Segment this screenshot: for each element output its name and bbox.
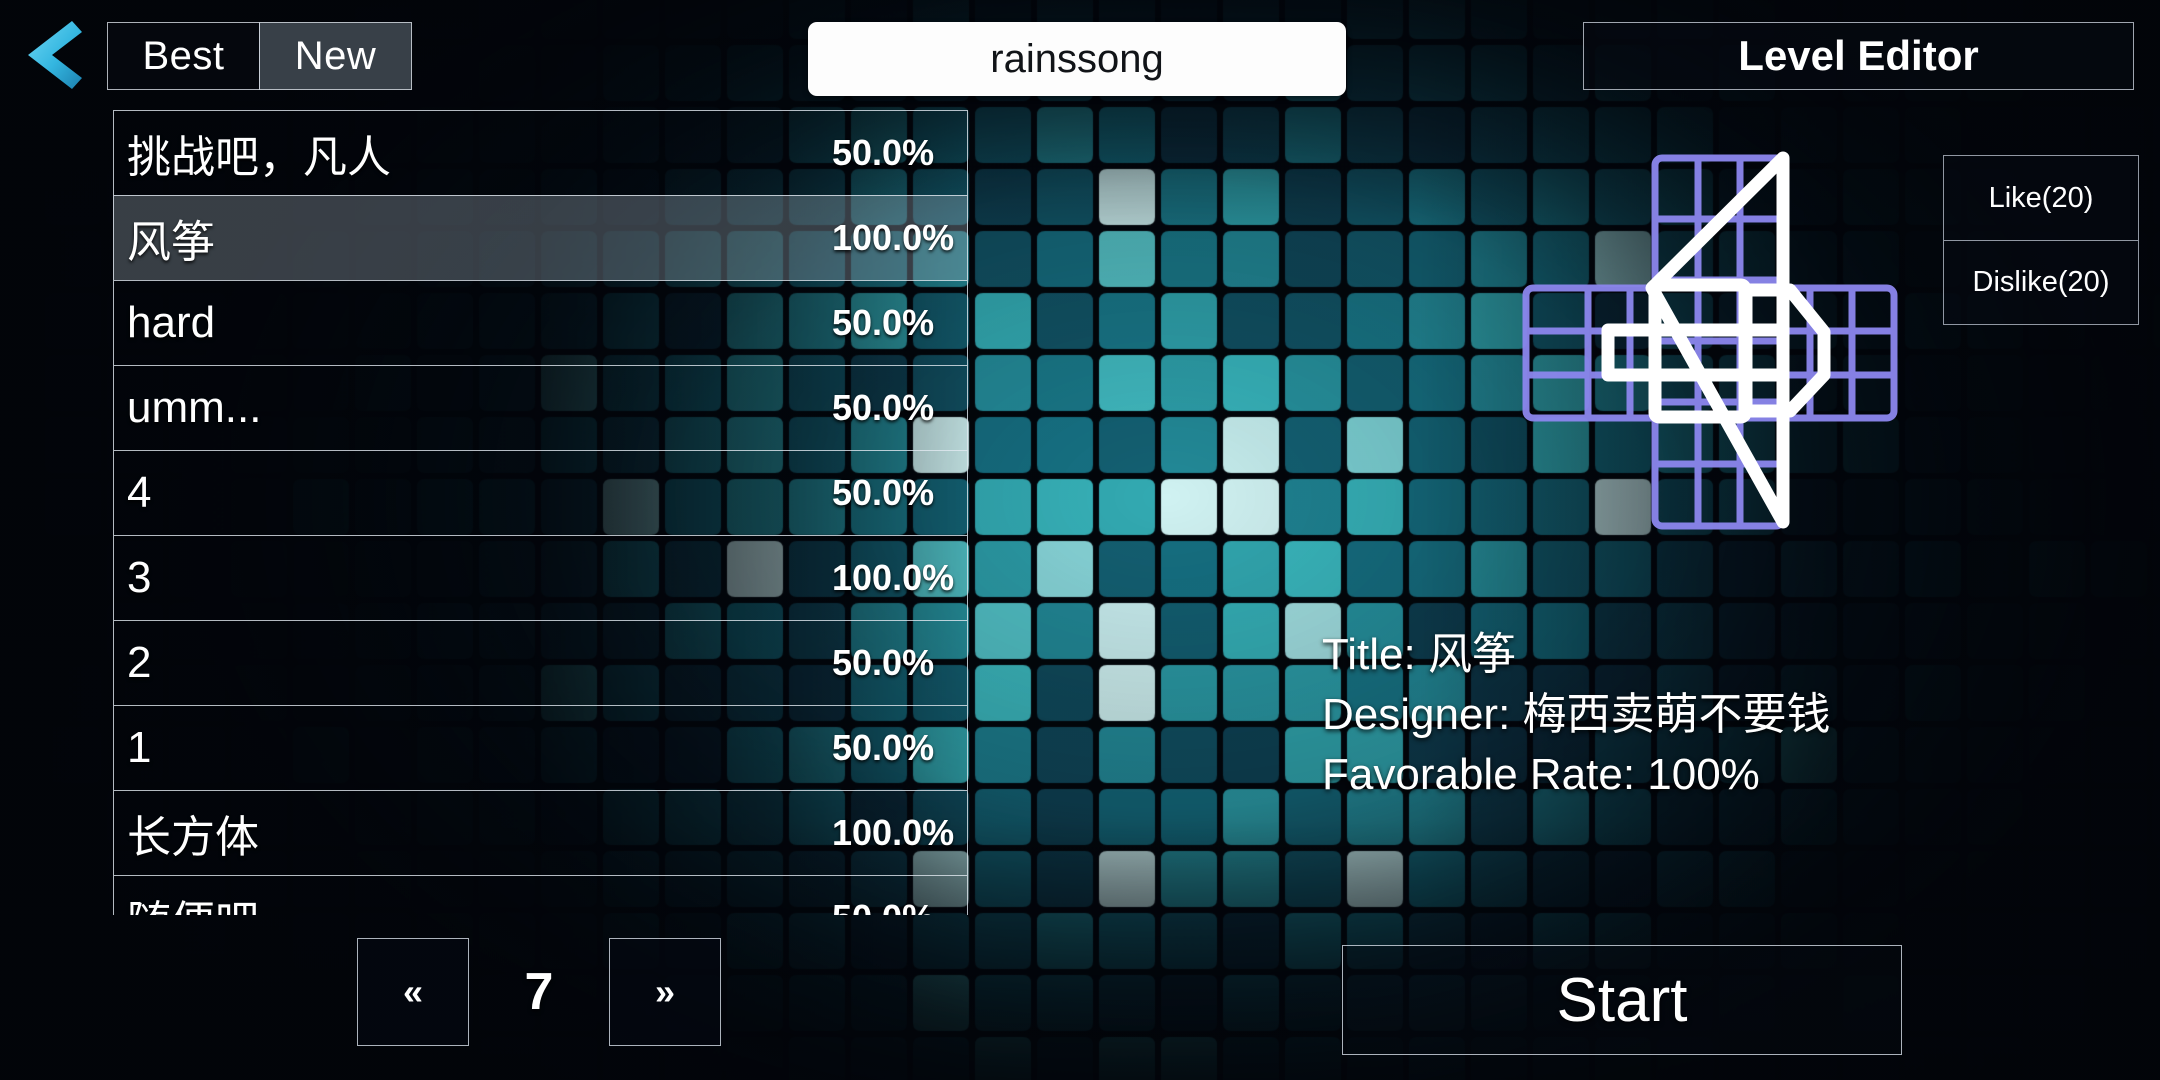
level-row-title: 长方体 xyxy=(127,813,259,862)
level-favorable-line: Favorable Rate: 100% xyxy=(1322,750,1760,799)
like-button[interactable]: Like(20) xyxy=(1944,156,2138,240)
level-designer-line: Designer: 梅西卖萌不要钱 xyxy=(1322,690,1831,739)
search-input-value: rainssong xyxy=(990,36,1164,81)
level-info: Title: 风筝 Designer: 梅西卖萌不要钱 Favorable Ra… xyxy=(1322,625,1831,805)
tab-best[interactable]: Best xyxy=(107,22,260,90)
dislike-label: Dislike(20) xyxy=(1972,266,2110,298)
prev-page-button[interactable]: « xyxy=(357,938,469,1046)
level-row[interactable]: 4 50.0% xyxy=(113,450,968,535)
level-row-rate: 50.0% xyxy=(832,132,935,173)
level-row-title: 2 xyxy=(127,638,152,687)
level-row-title: umm... xyxy=(127,383,262,432)
level-row[interactable]: 风筝 100.0% xyxy=(113,195,968,280)
like-label: Like(20) xyxy=(1988,181,2094,214)
level-row-title: 1 xyxy=(127,723,152,772)
prev-page-label: « xyxy=(402,971,424,1012)
chevron-left-icon xyxy=(28,21,82,89)
level-row[interactable]: 1 50.0% xyxy=(113,705,968,790)
level-row-title: 挑战吧，凡人 xyxy=(127,133,391,182)
level-list[interactable]: 挑战吧，凡人 50.0% 风筝 100.0% hard 50.0% umm... 50.0% 4… xyxy=(113,110,968,915)
level-row-rate: 100.0% xyxy=(832,812,955,853)
vote-group: Like(20) Dislike(20) xyxy=(1943,155,2139,325)
level-row-rate: 50.0% xyxy=(832,897,934,916)
level-row[interactable]: 挑战吧，凡人 50.0% xyxy=(113,110,968,195)
level-row-rate: 100.0% xyxy=(832,217,955,258)
tab-new-label: New xyxy=(294,33,377,78)
next-page-label: » xyxy=(654,971,676,1012)
level-row[interactable]: 2 50.0% xyxy=(113,620,968,705)
level-row[interactable]: 随便吧 50.0% xyxy=(113,875,968,915)
level-row-rate: 50.0% xyxy=(832,727,935,768)
search-input[interactable]: rainssong xyxy=(808,22,1346,96)
level-title-line: Title: 风筝 xyxy=(1322,630,1516,679)
level-row-rate: 50.0% xyxy=(832,642,935,683)
level-row-rate: 50.0% xyxy=(832,387,935,428)
level-row[interactable]: hard 50.0% xyxy=(113,280,968,365)
back-button[interactable] xyxy=(14,14,94,96)
page-number: 7 xyxy=(524,963,554,1021)
game-screen: Best New rainssong Level Editor Like(20)… xyxy=(0,0,2160,1080)
level-row-rate: 50.0% xyxy=(832,472,935,513)
level-row-rate: 100.0% xyxy=(832,557,955,598)
level-row-rate: 50.0% xyxy=(832,302,935,343)
level-row[interactable]: umm... 50.0% xyxy=(113,365,968,450)
level-editor-label: Level Editor xyxy=(1738,32,1979,79)
sort-tabs: Best New xyxy=(107,22,412,90)
tab-best-label: Best xyxy=(142,33,225,78)
level-row-title: 随便吧 xyxy=(114,886,259,916)
level-row[interactable]: 3 100.0% xyxy=(113,535,968,620)
start-button[interactable]: Start xyxy=(1342,945,1902,1055)
level-row[interactable]: 长方体 100.0% xyxy=(113,790,968,875)
start-label: Start xyxy=(1556,965,1688,1035)
tab-new[interactable]: New xyxy=(259,22,412,90)
level-row-title: 风筝 xyxy=(127,218,215,267)
level-row-title: hard xyxy=(127,298,216,347)
level-row-title: 3 xyxy=(127,553,152,602)
level-editor-button[interactable]: Level Editor xyxy=(1583,22,2134,90)
level-row-title: 4 xyxy=(127,468,152,517)
pagination: « 7 » xyxy=(357,938,721,1046)
dislike-button[interactable]: Dislike(20) xyxy=(1944,240,2138,324)
next-page-button[interactable]: » xyxy=(609,938,721,1046)
